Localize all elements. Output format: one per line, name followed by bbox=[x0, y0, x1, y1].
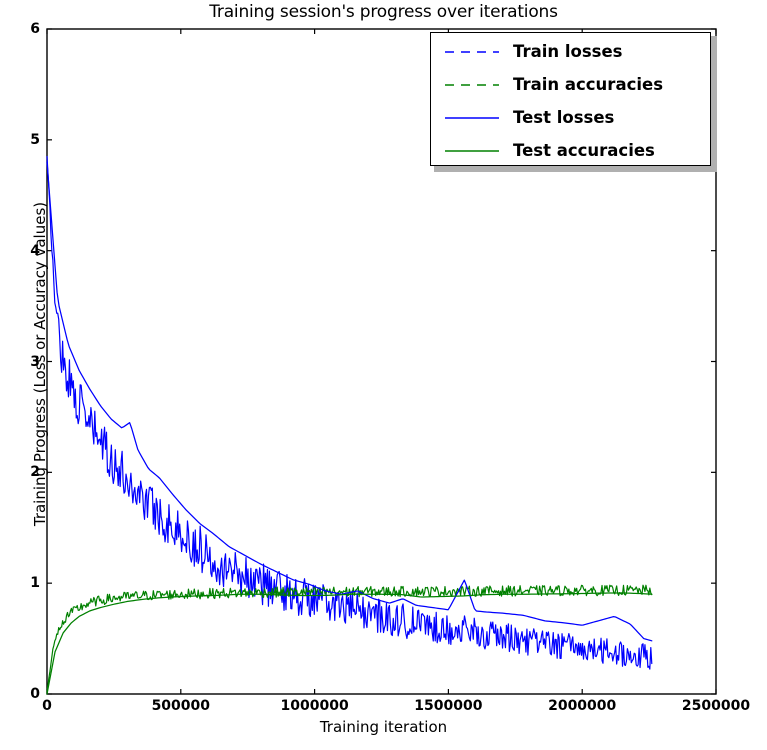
legend-swatch-icon bbox=[445, 83, 499, 86]
x-tick-label: 500000 bbox=[151, 698, 211, 714]
legend-label: Test accuracies bbox=[513, 141, 655, 160]
legend-label: Train accuracies bbox=[513, 75, 664, 94]
x-tick-label: 2500000 bbox=[681, 698, 751, 714]
x-tick-label: 1500000 bbox=[414, 698, 483, 714]
y-tick-label: 0 bbox=[30, 686, 40, 702]
data-series bbox=[46, 155, 653, 695]
x-tick-label: 2000000 bbox=[548, 698, 617, 714]
y-tick-label: 6 bbox=[30, 21, 40, 37]
legend: Train losses Train accuracies Test losses T… bbox=[430, 32, 711, 166]
legend-swatch-icon bbox=[445, 50, 499, 53]
x-axis-label: Training iteration bbox=[319, 718, 448, 736]
y-axis-label: Training Progress (Loss or Accuracy valu… bbox=[31, 201, 49, 527]
legend-entry: Train losses bbox=[431, 35, 712, 68]
legend-swatch-icon bbox=[445, 116, 499, 119]
legend-entry: Test losses bbox=[431, 101, 712, 134]
x-tick-label: 0 bbox=[42, 698, 52, 714]
legend-entry: Test accuracies bbox=[431, 134, 712, 167]
legend-swatch-icon bbox=[445, 149, 499, 152]
series-line-1 bbox=[46, 584, 653, 693]
matplotlib-figure: Training session's progress over iterati… bbox=[0, 0, 767, 750]
y-tick-label: 5 bbox=[30, 131, 40, 148]
legend-label: Train losses bbox=[513, 42, 623, 61]
series-line-2 bbox=[46, 161, 653, 642]
legend-entry: Train accuracies bbox=[431, 68, 712, 101]
legend-label: Test losses bbox=[513, 108, 615, 127]
x-tick-label: 1000000 bbox=[280, 698, 349, 714]
y-tick-label: 1 bbox=[30, 575, 40, 592]
